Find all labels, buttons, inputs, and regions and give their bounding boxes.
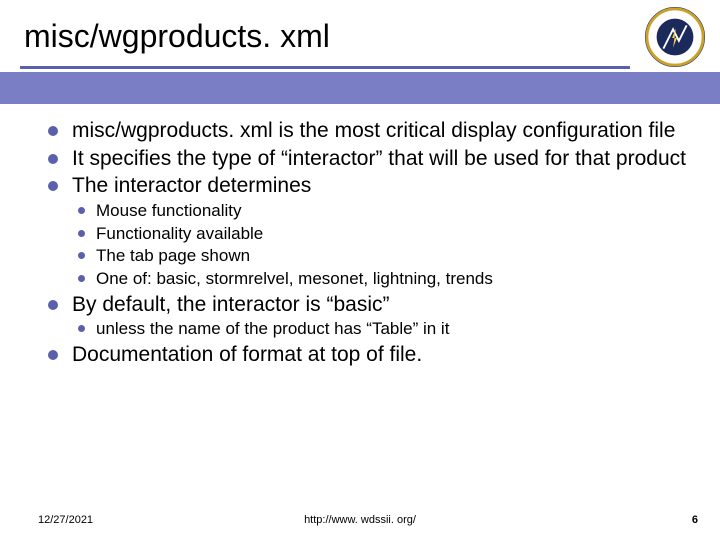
bullet-text: Documentation of format at top of file. [72, 343, 422, 366]
sub-bullet-item: The tab page shown [72, 246, 692, 267]
sub-bullet-item: Functionality available [72, 224, 692, 245]
footer-url: http://www. wdssii. org/ [0, 514, 720, 526]
bullet-text: misc/wgproducts. xml is the most critica… [72, 119, 675, 142]
sub-bullet-text: The tab page shown [96, 246, 250, 265]
sub-bullet-text: unless the name of the product has “Tabl… [96, 319, 449, 338]
sub-bullet-text: Functionality available [96, 224, 263, 243]
bullet-item: Documentation of format at top of file. [44, 342, 692, 368]
slide-footer: 12/27/2021 http://www. wdssii. org/ 6 [0, 514, 720, 526]
footer-page-number: 6 [692, 514, 698, 526]
bullet-text: By default, the interactor is “basic” [72, 293, 389, 316]
slide-title: misc/wgproducts. xml [24, 18, 330, 55]
sub-bullet-text: One of: basic, stormrelvel, mesonet, lig… [96, 269, 493, 288]
bullet-item: It specifies the type of “interactor” th… [44, 146, 692, 172]
bullet-text: The interactor determines [72, 174, 311, 197]
sub-bullet-item: Mouse functionality [72, 201, 692, 222]
bullet-text: It specifies the type of “interactor” th… [72, 147, 686, 170]
slide-body: misc/wgproducts. xml is the most critica… [44, 118, 692, 370]
sub-bullet-item: One of: basic, stormrelvel, mesonet, lig… [72, 269, 692, 290]
title-underline [20, 66, 630, 69]
sub-bullet-item: unless the name of the product has “Tabl… [72, 319, 692, 340]
bullet-item: By default, the interactor is “basic” un… [44, 292, 692, 340]
footer-date: 12/27/2021 [38, 514, 93, 526]
bullet-item: The interactor determines Mouse function… [44, 173, 692, 290]
bullet-item: misc/wgproducts. xml is the most critica… [44, 118, 692, 144]
header-accent-bar [0, 72, 720, 104]
sub-bullet-text: Mouse functionality [96, 201, 242, 220]
nssl-logo [644, 6, 706, 68]
